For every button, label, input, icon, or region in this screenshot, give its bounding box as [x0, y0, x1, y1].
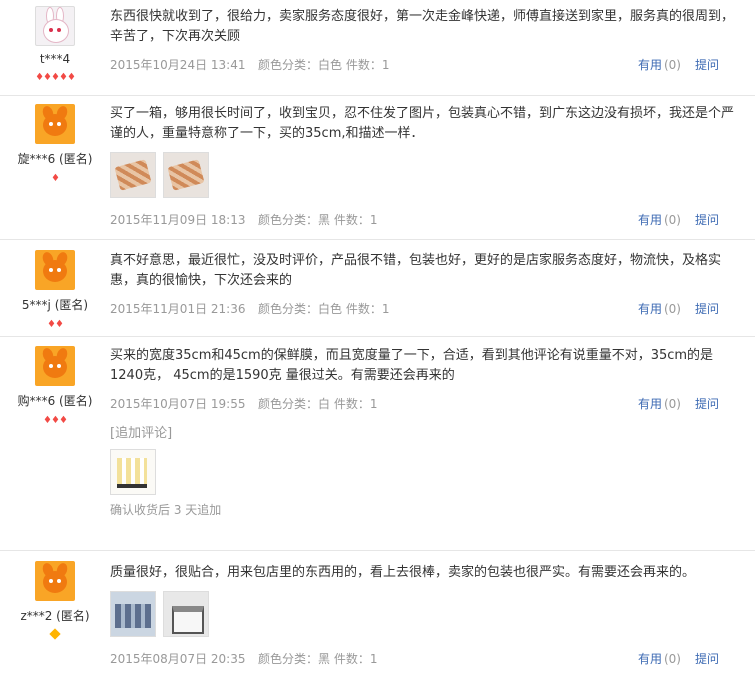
review-photo-thumbnail[interactable]	[110, 449, 156, 495]
buyer-level-badge: ♦♦♦♦♦	[0, 69, 110, 83]
buyer-level-badge: ♦♦	[0, 316, 110, 330]
buyer-level-badge: ♦♦♦	[0, 412, 110, 426]
review-meta: 2015年11月09日 18:13 颜色分类：黑 件数：1 有用 (0) 提问	[110, 212, 737, 228]
review-meta: 2015年10月07日 19:55 颜色分类：白 件数：1 有用 (0) 提问	[110, 396, 737, 412]
ask-button[interactable]: 提问	[695, 652, 719, 666]
review-text: 买来的宽度35cm和45cm的保鲜膜，而且宽度量了一下，合适，看到其他评论有说重…	[110, 348, 714, 383]
useful-button[interactable]: 有用	[638, 58, 662, 72]
useful-count: (0)	[663, 397, 681, 411]
heart-icon: ♦	[51, 173, 60, 184]
review-date: 2015年11月01日 21:36	[110, 302, 246, 316]
useful-count: (0)	[663, 652, 681, 666]
reviewer-name[interactable]: t***4	[0, 52, 110, 66]
review-meta: 2015年08月07日 20:35 颜色分类：黑 件数：1 有用 (0) 提问	[110, 651, 737, 667]
heart-icon: ♦	[58, 415, 68, 426]
heart-icon: ♦	[43, 72, 52, 83]
reviewer-info: z***2 (匿名)	[0, 561, 110, 640]
heart-icon: ♦	[55, 319, 64, 330]
append-review-title: [追加评论]	[110, 426, 173, 441]
avatar[interactable]	[35, 561, 75, 601]
useful-count: (0)	[663, 58, 681, 72]
useful-button[interactable]: 有用	[638, 302, 662, 316]
sku-info: 颜色分类：白色 件数：1	[258, 58, 390, 72]
sku-info: 颜色分类：黑 件数：1	[258, 652, 378, 666]
heart-icon: ♦	[51, 72, 60, 83]
review-meta: 2015年11月01日 21:36 颜色分类：白色 件数：1 有用 (0) 提问	[110, 301, 737, 317]
useful-count: (0)	[663, 213, 681, 227]
heart-icon: ♦	[58, 72, 68, 83]
sku-info: 颜色分类：白 件数：1	[258, 397, 378, 411]
avatar[interactable]	[35, 6, 75, 46]
append-review-note: 确认收货后 3 天追加	[110, 503, 222, 517]
heart-icon: ♦	[43, 415, 52, 426]
heart-icon: ♦	[47, 319, 56, 330]
review-text: 质量很好，很贴合，用来包店里的东西用的，看上去很棒，卖家的包装也很严实。有需要还…	[110, 565, 696, 580]
review-item: 5***j (匿名) ♦♦ 真不好意思，最近很忙，没及时评价，产品很不错，包装也…	[0, 240, 755, 337]
review-photo-thumbnail[interactable]	[110, 591, 156, 637]
review-photo-thumbnail[interactable]	[163, 152, 209, 198]
review-item: 旋***6 (匿名) ♦ 买了一箱，够用很长时间了，收到宝贝，忍不住发了图片，包…	[0, 96, 755, 240]
reviewer-name[interactable]: 旋***6 (匿名)	[0, 150, 110, 167]
buyer-level-badge: ♦	[0, 170, 110, 184]
ask-button[interactable]: 提问	[695, 302, 719, 316]
reviewer-name[interactable]: 购***6 (匿名)	[0, 392, 110, 409]
reviewer-info: 旋***6 (匿名) ♦	[0, 104, 110, 184]
useful-button[interactable]: 有用	[638, 213, 662, 227]
reviewer-info: 5***j (匿名) ♦♦	[0, 250, 110, 330]
ask-button[interactable]: 提问	[695, 213, 719, 227]
ask-button[interactable]: 提问	[695, 397, 719, 411]
review-date: 2015年10月07日 19:55	[110, 397, 246, 411]
review-text: 东西很快就收到了，很给力，卖家服务态度很好，第一次走金峰快递，师傅直接送到家里，…	[110, 9, 735, 44]
sku-info: 颜色分类：黑 件数：1	[258, 213, 378, 227]
append-review-photos	[110, 449, 737, 495]
review-date: 2015年08月07日 20:35	[110, 652, 246, 666]
avatar[interactable]	[35, 346, 75, 386]
heart-icon: ♦	[35, 72, 44, 83]
ask-button[interactable]: 提问	[695, 58, 719, 72]
useful-button[interactable]: 有用	[638, 397, 662, 411]
review-photo-thumbnail[interactable]	[163, 591, 209, 637]
review-photos	[110, 152, 737, 198]
useful-count: (0)	[663, 302, 681, 316]
reviewer-info: t***4 ♦♦♦♦♦	[0, 6, 110, 83]
diamond-icon	[49, 628, 61, 640]
review-item: z***2 (匿名) 质量很好，很贴合，用来包店里的东西用的，看上去很棒，卖家的…	[0, 551, 755, 679]
review-text: 买了一箱，够用很长时间了，收到宝贝，忍不住发了图片，包装真心不错，到广东这边没有…	[110, 106, 735, 141]
sku-info: 颜色分类：白色 件数：1	[258, 302, 390, 316]
review-text: 真不好意思，最近很忙，没及时评价，产品很不错，包装也好，更好的是店家服务态度好，…	[110, 253, 722, 288]
buyer-level-badge	[0, 627, 110, 640]
useful-button[interactable]: 有用	[638, 652, 662, 666]
avatar[interactable]	[35, 104, 75, 144]
review-item: 购***6 (匿名) ♦♦♦ 买来的宽度35cm和45cm的保鲜膜，而且宽度量了…	[0, 337, 755, 551]
heart-icon: ♦	[66, 72, 76, 83]
reviewer-info: 购***6 (匿名) ♦♦♦	[0, 346, 110, 426]
review-photos	[110, 591, 737, 637]
review-photo-thumbnail[interactable]	[110, 152, 156, 198]
reviewer-name[interactable]: z***2 (匿名)	[0, 607, 110, 624]
review-meta: 2015年10月24日 13:41 颜色分类：白色 件数：1 有用 (0) 提问	[110, 57, 737, 73]
reviewer-name[interactable]: 5***j (匿名)	[0, 296, 110, 313]
review-date: 2015年11月09日 18:13	[110, 213, 246, 227]
avatar[interactable]	[35, 250, 75, 290]
review-date: 2015年10月24日 13:41	[110, 58, 246, 72]
review-item: t***4 ♦♦♦♦♦ 东西很快就收到了，很给力，卖家服务态度很好，第一次走金峰…	[0, 0, 755, 96]
heart-icon: ♦	[51, 415, 60, 426]
